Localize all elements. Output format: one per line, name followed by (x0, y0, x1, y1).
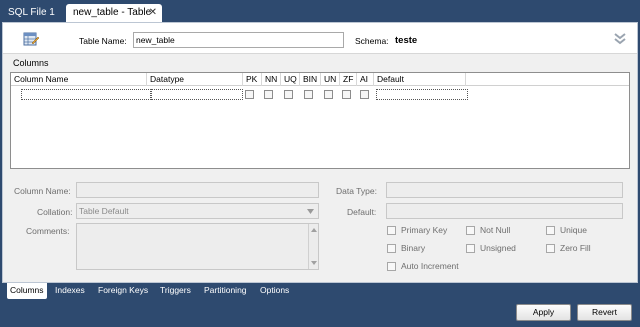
column-name-label: Column Name: (14, 186, 71, 196)
editor-bottom-tabs: Columns Indexes Foreign Keys Triggers Pa… (0, 283, 640, 300)
unsigned-checkbox[interactable] (466, 244, 475, 253)
scroll-down-icon[interactable] (311, 261, 317, 265)
new-column-name-cell[interactable] (21, 89, 151, 100)
editor-footer: Apply Revert (0, 300, 640, 327)
header-default[interactable]: Default (374, 73, 466, 86)
tab-triggers[interactable]: Triggers (157, 283, 194, 299)
not-null-checkbox[interactable] (466, 226, 475, 235)
un-checkbox[interactable] (324, 90, 333, 99)
table-editor-header: Table Name: new_table Schema: teste (3, 23, 637, 54)
tab-sql-file-1[interactable]: SQL File 1 (4, 4, 59, 21)
zero-fill-checkbox[interactable] (546, 244, 555, 253)
collation-select-value: Table Default (79, 206, 129, 216)
collapse-chevrons-icon[interactable] (613, 32, 627, 46)
table-editor-panel: Table Name: new_table Schema: teste Colu… (2, 22, 638, 283)
tab-new-table-label: new_table - Table (73, 7, 152, 18)
comments-scrollbar[interactable] (308, 224, 318, 269)
header-datatype[interactable]: Datatype (147, 73, 243, 86)
editor-tab-strip: SQL File 1 new_table - Table ✕ (0, 0, 640, 22)
header-bin[interactable]: BIN (300, 73, 321, 86)
unique-label: Unique (560, 225, 587, 235)
tab-foreign-keys[interactable]: Foreign Keys (95, 283, 151, 299)
uq-checkbox[interactable] (284, 90, 293, 99)
close-tab-icon[interactable]: ✕ (149, 4, 157, 22)
schema-value: teste (395, 35, 418, 46)
data-type-field[interactable] (386, 182, 623, 198)
binary-checkbox[interactable] (387, 244, 396, 253)
tab-columns[interactable]: Columns (7, 283, 47, 299)
schema-label: Schema: (355, 36, 389, 46)
ai-checkbox[interactable] (360, 90, 369, 99)
header-uq[interactable]: UQ (281, 73, 300, 86)
table-icon (23, 32, 39, 46)
table-name-input[interactable]: new_table (133, 32, 344, 48)
auto-increment-checkbox[interactable] (387, 262, 396, 271)
unsigned-label: Unsigned (480, 243, 516, 253)
comments-textarea[interactable] (76, 223, 319, 270)
tab-options[interactable]: Options (257, 283, 292, 299)
data-type-label: Data Type: (336, 186, 377, 196)
new-column-datatype-cell[interactable] (151, 89, 243, 100)
binary-label: Binary (401, 243, 426, 253)
scroll-up-icon[interactable] (311, 228, 317, 232)
comments-label: Comments: (26, 226, 70, 236)
tab-partitioning[interactable]: Partitioning (201, 283, 250, 299)
table-name-label: Table Name: (79, 36, 127, 46)
zero-fill-label: Zero Fill (560, 243, 591, 253)
revert-button[interactable]: Revert (577, 304, 632, 321)
default-field[interactable] (386, 203, 623, 219)
tab-new-table[interactable]: new_table - Table ✕ (66, 4, 162, 22)
header-zf[interactable]: ZF (340, 73, 357, 86)
header-un[interactable]: UN (321, 73, 340, 86)
header-nn[interactable]: NN (262, 73, 281, 86)
bin-checkbox[interactable] (304, 90, 313, 99)
default-label: Default: (347, 207, 377, 217)
header-column-name[interactable]: Column Name (11, 73, 147, 86)
header-pk[interactable]: PK (243, 73, 262, 86)
collation-label: Collation: (37, 207, 73, 217)
columns-grid[interactable]: Column Name Datatype PK NN UQ BIN UN ZF … (10, 72, 630, 169)
pk-checkbox[interactable] (245, 90, 254, 99)
header-ai[interactable]: AI (357, 73, 374, 86)
zf-checkbox[interactable] (342, 90, 351, 99)
apply-button[interactable]: Apply (516, 304, 571, 321)
auto-increment-label: Auto Increment (401, 261, 459, 271)
dropdown-arrow-icon (307, 209, 314, 214)
collation-select[interactable]: Table Default (76, 203, 319, 219)
not-null-label: Not Null (480, 225, 511, 235)
column-name-field[interactable] (76, 182, 319, 198)
columns-section-title: Columns (13, 58, 49, 68)
primary-key-checkbox[interactable] (387, 226, 396, 235)
new-column-default-cell[interactable] (376, 89, 468, 100)
primary-key-label: Primary Key (401, 225, 448, 235)
columns-grid-header: Column Name Datatype PK NN UQ BIN UN ZF … (11, 73, 629, 86)
nn-checkbox[interactable] (264, 90, 273, 99)
tab-indexes[interactable]: Indexes (52, 283, 88, 299)
unique-checkbox[interactable] (546, 226, 555, 235)
